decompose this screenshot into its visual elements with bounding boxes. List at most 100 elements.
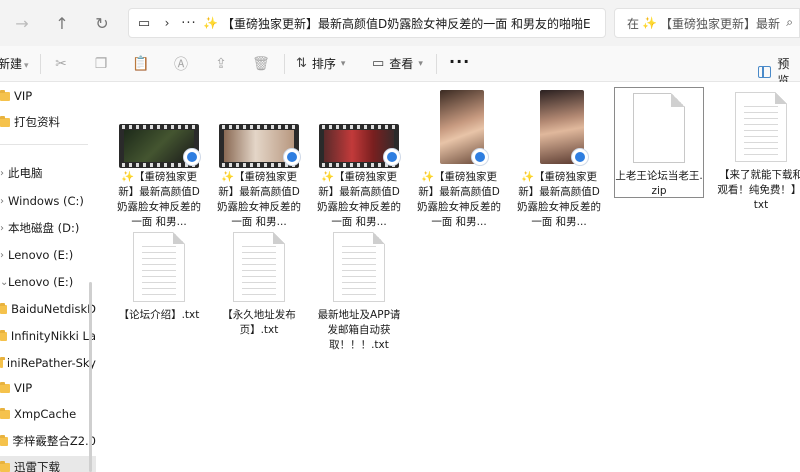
folder-icon: [0, 434, 9, 446]
sidebar-item-vip[interactable]: VIP: [0, 85, 96, 107]
sidebar-item-drive-e[interactable]: › Lenovo (E:): [0, 244, 96, 266]
chevron-down-icon: ▾: [24, 61, 29, 71]
refresh-icon[interactable]: ↻: [82, 0, 122, 46]
sort-icon: ⇅: [296, 56, 307, 71]
file-item[interactable]: ✨【重磅独家更新】最新高颜值D奶露脸女神反差的一面 和男...: [114, 90, 204, 230]
sidebar-item-label: VIP: [14, 381, 33, 395]
sparkle-icon: ✨: [203, 16, 218, 30]
sidebar-item-label: BaiduNetdiskD: [11, 302, 96, 316]
sort-label: 排序: [311, 57, 336, 71]
sidebar-item-label: 迅雷下载: [14, 460, 60, 472]
preview-pane-icon: [758, 66, 772, 78]
file-item[interactable]: 最新地址及APP请发邮箱自动获取！！！.txt: [314, 232, 404, 353]
sidebar-item-label: 李梓霰整合Z2.0: [12, 434, 96, 448]
sparkle-icon: ✨: [642, 16, 657, 30]
file-item[interactable]: 【论坛介绍】.txt: [114, 232, 204, 323]
sync-badge-icon: [471, 148, 489, 166]
video-thumbnail: [519, 90, 599, 170]
folder-icon: [0, 89, 10, 101]
sidebar-item-packages[interactable]: 打包资料: [0, 111, 96, 133]
search-input[interactable]: 在 ✨ 【重磅独家更新】最新 ⌕: [614, 8, 800, 38]
file-view: ✨【重磅独家更新】最新高颜值D奶露脸女神反差的一面 和男... ✨【重磅独家更新…: [98, 82, 800, 472]
file-item[interactable]: 【永久地址发布页】.txt: [214, 232, 304, 338]
sidebar-scrollbar[interactable]: [89, 282, 92, 472]
search-text: 【重磅独家更新】最新: [659, 16, 780, 31]
cut-icon[interactable]: ✂: [50, 54, 72, 74]
computer-icon: ▭: [137, 15, 151, 31]
file-label: 最新地址及APP请发邮箱自动获取！！！.txt: [317, 309, 401, 351]
sidebar-item-inirepather[interactable]: iniRePather-Sky: [0, 352, 96, 374]
view-label: 查看: [389, 57, 414, 71]
file-item[interactable]: ✨【重磅独家更新】最新高颜值D奶露脸女神反差的一面 和男...: [214, 90, 304, 230]
folder-icon: [0, 356, 5, 368]
chevron-down-icon: ⌄: [0, 276, 9, 288]
sidebar-item-lizixian[interactable]: 李梓霰整合Z2.0: [0, 430, 96, 452]
rename-icon[interactable]: Ⓐ: [170, 54, 192, 74]
sidebar-item-label: VIP: [14, 89, 33, 103]
sidebar-item-vip-2[interactable]: VIP: [0, 377, 96, 399]
file-item[interactable]: ✨【重磅独家更新】最新高颜值D奶露脸女神反差的一面 和男...: [514, 90, 604, 230]
folder-icon: [0, 407, 10, 419]
new-button[interactable]: 新建 ▾: [0, 55, 29, 72]
sidebar-item-baidunetdisk[interactable]: BaiduNetdiskD: [0, 298, 96, 320]
file-label: 上老王论坛当老王.zip: [615, 170, 703, 197]
search-icon[interactable]: ⌕: [786, 15, 793, 30]
text-file-icon: [333, 232, 385, 302]
search-prefix: 在: [627, 16, 640, 31]
forward-icon[interactable]: →: [0, 0, 44, 46]
file-item[interactable]: 【来了就能下载和观看！纯免费！】.txt: [716, 92, 800, 213]
more-path-icon[interactable]: ···: [175, 16, 203, 31]
sidebar-item-drive-e-2[interactable]: ⌄ Lenovo (E:): [0, 271, 96, 293]
view-button[interactable]: ▭ 查看 ▾: [372, 55, 423, 72]
sync-badge-icon: [183, 148, 201, 166]
file-label: 【永久地址发布页】.txt: [222, 309, 296, 336]
file-label: ✨【重磅独家更新】最新高颜值D奶露脸女神反差的一面 和男...: [217, 171, 301, 228]
chevron-right-icon: ›: [0, 195, 4, 207]
file-item[interactable]: ✨【重磅独家更新】最新高颜值D奶露脸女神反差的一面 和男...: [314, 90, 404, 230]
video-thumbnail: [219, 90, 301, 170]
sync-badge-icon: [283, 148, 301, 166]
chevron-right-icon: ›: [0, 167, 4, 179]
toolbar-divider: [436, 54, 437, 74]
sidebar-item-xunlei[interactable]: 迅雷下载: [0, 456, 96, 472]
folder-icon: [0, 329, 7, 341]
sidebar-item-drive-c[interactable]: › Windows (C:): [0, 190, 96, 212]
share-icon[interactable]: ⇪: [210, 54, 232, 74]
folder-icon: [0, 460, 10, 472]
copy-icon[interactable]: ❐: [90, 54, 112, 74]
sort-button[interactable]: ⇅ 排序 ▾: [296, 55, 345, 72]
zip-file-icon: [633, 93, 685, 163]
sidebar-item-label: 此电脑: [8, 166, 43, 180]
chevron-right-icon: ›: [0, 222, 4, 234]
sidebar-divider: [0, 144, 88, 145]
delete-icon[interactable]: 🗑: [250, 54, 272, 74]
up-icon[interactable]: ↑: [42, 0, 82, 46]
video-thumbnail: [119, 90, 201, 170]
text-file-icon: [735, 92, 787, 162]
address-bar[interactable]: ▭ › ··· ✨ 【重磅独家更新】最新高颜值D奶露脸女神反差的一面 和男友的啪…: [128, 8, 606, 38]
file-item[interactable]: ✨【重磅独家更新】最新高颜值D奶露脸女神反差的一面 和男...: [414, 90, 504, 230]
sidebar-item-infinitynikki[interactable]: InfinityNikki La: [0, 325, 96, 347]
sidebar-item-label: Windows (C:): [8, 194, 84, 208]
folder-icon: [0, 115, 10, 127]
chevron-right-icon: ›: [164, 16, 170, 30]
address-path: 【重磅独家更新】最新高颜值D奶露脸女神反差的一面 和男友的啪啪E: [221, 16, 591, 31]
sidebar-item-label: 打包资料: [14, 115, 60, 129]
sidebar-item-label: Lenovo (E:): [8, 248, 74, 262]
sidebar-item-drive-d[interactable]: › 本地磁盘 (D:): [0, 217, 96, 239]
file-item-selected[interactable]: 上老王论坛当老王.zip: [614, 87, 704, 198]
sidebar-item-xmpcache[interactable]: XmpCache: [0, 403, 96, 425]
chevron-right-icon: ›: [0, 249, 4, 261]
file-label: ✨【重磅独家更新】最新高颜值D奶露脸女神反差的一面 和男...: [117, 171, 201, 228]
video-thumbnail: [319, 90, 401, 170]
sidebar-item-this-pc[interactable]: › 此电脑: [0, 162, 96, 184]
paste-icon[interactable]: 📋: [130, 54, 152, 74]
view-icon: ▭: [372, 56, 385, 71]
sync-badge-icon: [383, 148, 401, 166]
more-options-icon[interactable]: ···: [449, 52, 470, 71]
file-label: ✨【重磅独家更新】最新高颜值D奶露脸女神反差的一面 和男...: [517, 171, 601, 228]
sidebar-item-label: InfinityNikki La: [10, 329, 96, 343]
sync-badge-icon: [571, 148, 589, 166]
toolbar-divider: [40, 54, 41, 74]
folder-icon: [0, 302, 8, 314]
